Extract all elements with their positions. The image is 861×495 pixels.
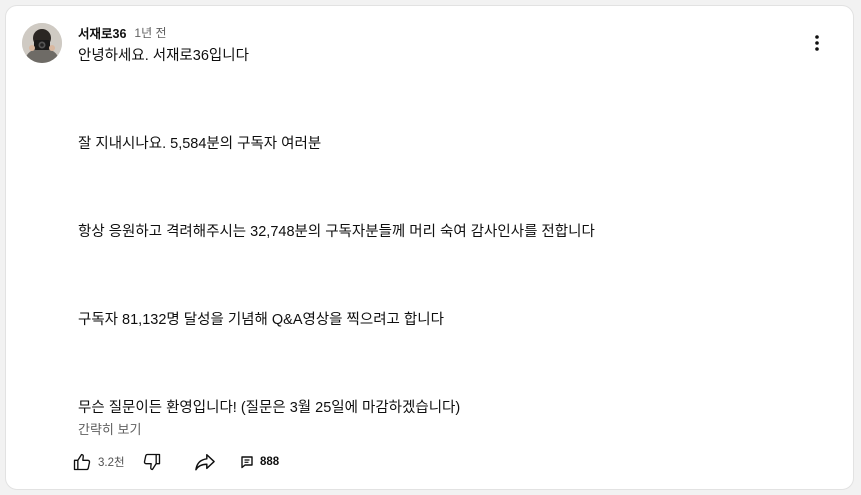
show-less-button[interactable]: 간략히 보기 <box>78 419 141 438</box>
comment-paragraph: 잘 지내시나요. 5,584분의 구독자 여러분 <box>78 136 322 152</box>
comment-paragraph: 항상 응원하고 격려해주시는 32,748분의 구독자분들께 머리 숙여 감사인… <box>78 224 595 240</box>
comment-action-bar: 3.2천 888 <box>72 449 279 475</box>
comment-body: 안녕하세요. 서재로36입니다 잘 지내시나요. 5,584분의 구독자 여러분… <box>78 45 818 419</box>
dislike-button[interactable] <box>142 452 194 472</box>
comment-paragraph: 무슨 질문이든 환영입니다! (질문은 3월 25일에 마감하겠습니다) <box>78 400 461 416</box>
comment-paragraph: 안녕하세요. 서재로36입니다 <box>78 48 249 64</box>
comment-timestamp[interactable]: 1년 전 <box>134 24 166 41</box>
comment-header: 서재로36 1년 전 <box>78 23 167 41</box>
author-avatar[interactable] <box>22 23 62 63</box>
like-count: 3.2천 <box>98 457 125 469</box>
avatar-image <box>22 23 62 63</box>
thumb-up-icon <box>73 453 91 471</box>
thumb-down-icon <box>143 453 161 471</box>
reply-button[interactable]: 888 <box>240 455 279 469</box>
comment-card: 서재로36 1년 전 안녕하세요. 서재로36입니다 잘 지내시나요. 5,58… <box>5 5 854 490</box>
comment-icon <box>241 456 253 469</box>
share-button[interactable] <box>194 452 240 472</box>
like-button[interactable]: 3.2천 <box>72 452 142 472</box>
comment-paragraph: 구독자 81,132명 달성을 기념해 Q&A영상을 찍으려고 합니다 <box>78 312 444 328</box>
share-icon <box>195 454 215 471</box>
author-name[interactable]: 서재로36 <box>78 23 126 42</box>
reply-count: 888 <box>260 456 280 468</box>
